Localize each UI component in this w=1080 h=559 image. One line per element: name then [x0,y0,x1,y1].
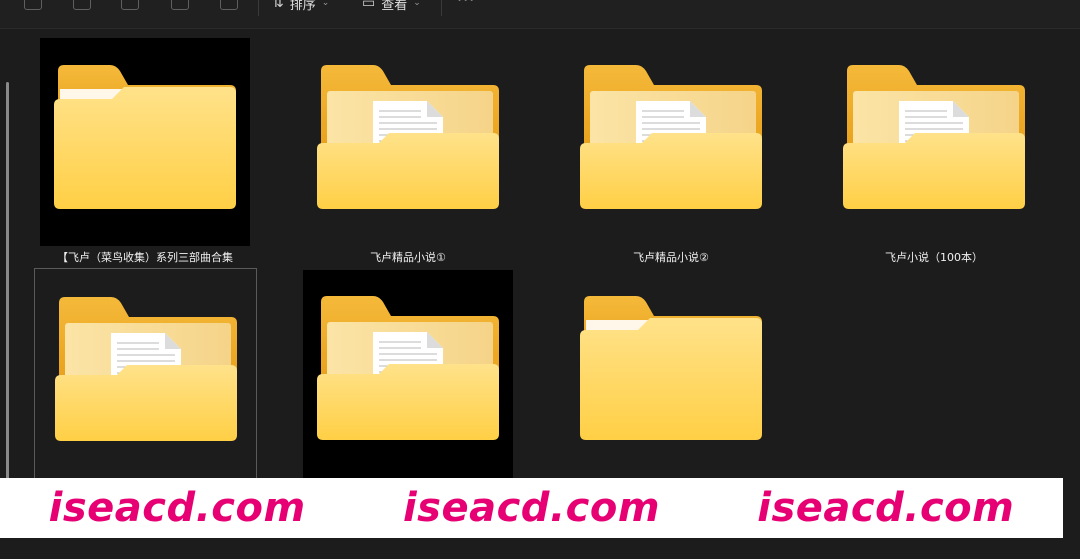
file-tile[interactable] [303,270,513,480]
toolbar-divider [441,0,442,16]
command-bar: ⇅ 排序 ⌄ ▭ 查看 ⌄ ··· [0,0,1080,29]
share-icon[interactable] [171,0,189,10]
file-name-label: 飞卢精品小说② [633,251,709,264]
file-name-label: 【飞卢（菜鸟收集）系列三部曲合集 [57,251,233,264]
scrollbar-thumb[interactable] [6,82,9,537]
folder-icon [54,65,236,209]
folder-icon [580,296,762,440]
copy-icon[interactable] [24,0,42,10]
file-tile[interactable] [34,268,257,480]
more-options-button[interactable]: ··· [457,0,475,9]
watermark-banner: iseacd.com iseacd.com iseacd.com [0,478,1063,538]
folder-document-icon [580,65,762,209]
folder-document-icon [55,297,237,441]
folder-document-icon [317,296,499,440]
delete-icon[interactable] [220,0,238,10]
folder-document-icon [843,65,1025,209]
file-tile[interactable]: 飞卢精品小说① [303,38,513,264]
chevron-down-icon: ⌄ [321,0,330,8]
folder-document-icon [317,65,499,209]
rename-icon[interactable] [121,0,139,10]
file-tile[interactable]: 【飞卢（菜鸟收集）系列三部曲合集 [40,38,250,264]
file-name-label: 飞卢小说（100本） [885,251,983,264]
view-button[interactable]: ▭ 查看 ⌄ [362,0,421,13]
file-name-label: 飞卢精品小说① [370,251,446,264]
view-label: 查看 [381,0,408,13]
chevron-down-icon: ⌄ [413,0,421,8]
file-tile[interactable]: 飞卢小说（100本） [829,38,1039,264]
sort-button[interactable]: ⇅ 排序 ⌄ [272,0,330,13]
watermark-text: iseacd.com [757,485,1015,531]
watermark-text: iseacd.com [402,485,661,531]
file-tile[interactable]: 飞卢精品小说② [566,38,776,264]
paste-icon[interactable] [73,0,91,10]
view-icon: ▭ [362,0,376,11]
sort-icon: ⇅ [272,0,284,11]
file-tile[interactable] [566,270,776,480]
watermark-text: iseacd.com [48,485,306,531]
sort-label: 排序 [289,0,316,13]
toolbar-divider [258,0,259,16]
